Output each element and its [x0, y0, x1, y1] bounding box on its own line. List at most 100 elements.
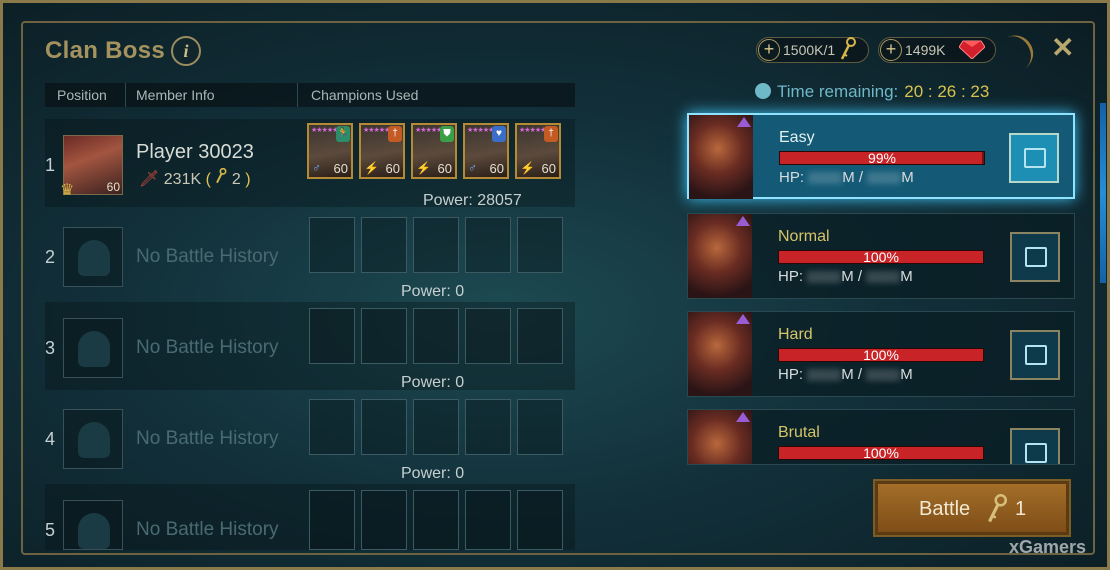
champion-slot-empty [465, 399, 511, 455]
gems-resource-value: 1499K [905, 42, 946, 58]
battle-label: Battle [919, 498, 971, 520]
rank-icon [736, 314, 750, 324]
defense-role-icon: ⛊ [440, 126, 454, 142]
sword-icon: 🗡 [139, 171, 160, 188]
watermark: xGamers [1009, 537, 1087, 557]
row-number: 3 [45, 338, 56, 358]
boss-portrait [689, 115, 753, 199]
boss-portrait [688, 312, 752, 396]
rewards-chest-button[interactable] [1009, 133, 1059, 183]
heart-role-icon: ♥ [492, 126, 506, 142]
hp-unit: M [900, 268, 913, 285]
champion-level: 60 [489, 161, 504, 176]
chest-icon [1025, 443, 1047, 463]
champion-slot-empty [517, 308, 563, 364]
player-damage: 231K [163, 171, 202, 188]
paren-close: ) [245, 171, 251, 188]
champion-slot-empty [361, 217, 407, 273]
hp-bar: 100% [778, 249, 984, 265]
champion-slot[interactable]: ★★★★★★ † ⚡ 60 [515, 123, 561, 179]
hp-current-hidden [807, 271, 842, 284]
time-value: 20 : 26 : 23 [904, 82, 990, 101]
key-icon [215, 167, 227, 188]
keys-resource: + 1500K/1 [756, 36, 869, 64]
champion-slot-empty [465, 490, 511, 550]
helmet-icon [78, 422, 110, 458]
rewards-chest-button[interactable] [1010, 428, 1060, 464]
clock-icon [755, 83, 771, 99]
rank-icon [736, 412, 750, 422]
row-number: 1 [45, 155, 56, 175]
hp-line: HP: M / M [778, 366, 913, 383]
hp-bar: 100% [778, 347, 984, 363]
player-keys: 2 [231, 171, 241, 188]
hp-unit: M [900, 366, 913, 383]
champion-slot-empty [413, 399, 459, 455]
hp-max-hidden [867, 172, 902, 185]
champion-slot-empty [361, 490, 407, 550]
team-power: Power: 0 [401, 374, 465, 391]
champion-slot-empty [309, 399, 355, 455]
hp-bar: 99% [779, 150, 985, 166]
champion-slot-empty [517, 217, 563, 273]
add-gems-button[interactable]: + [880, 39, 902, 61]
champion-level: 60 [541, 161, 556, 176]
champion-level: 60 [333, 161, 348, 176]
table-header: Position Member Info Champions Used [45, 83, 575, 107]
boss-portrait [688, 410, 752, 464]
hp-max-hidden [866, 271, 901, 284]
difficulty-brutal[interactable]: Brutal 100% [687, 409, 1075, 465]
close-icon[interactable]: ✕ [1051, 31, 1074, 64]
champion-slot-empty [517, 399, 563, 455]
difficulty-easy[interactable]: Easy 99% HP: M / M [687, 113, 1075, 199]
info-button[interactable]: i [171, 36, 201, 66]
rewards-chest-button[interactable] [1010, 232, 1060, 282]
helmet-icon [78, 240, 110, 276]
hp-percent: 99% [867, 150, 897, 166]
champion-slot-empty [413, 217, 459, 273]
hp-current-hidden [808, 172, 843, 185]
chest-icon [1025, 247, 1047, 267]
champion-slot[interactable]: ★★★★★★ † ⚡ 60 [359, 123, 405, 179]
member-row-1[interactable]: 1 60 ♛ Player 30023 🗡 231K ( 2 ) ★★★★★★ … [45, 119, 575, 209]
hp-bar: 100% [778, 445, 984, 461]
hp-line: HP: M / M [778, 268, 913, 285]
champion-slot[interactable]: ★★★★★★ ⛊ ⚡ 60 [411, 123, 457, 179]
champion-slot-empty [413, 308, 459, 364]
avatar-placeholder [63, 318, 123, 378]
champion-slot-empty [309, 490, 355, 550]
difficulty-name: Hard [778, 326, 813, 343]
header-champions-used: Champions Used [311, 87, 419, 103]
hp-percent: 100% [863, 347, 899, 363]
hp-current-hidden [807, 369, 842, 382]
team-power: Power: 28057 [423, 192, 522, 209]
avatar[interactable]: 60 ♛ [60, 135, 123, 199]
champion-level: 60 [437, 161, 452, 176]
difficulty-normal[interactable]: Normal 100% HP: M / M [687, 213, 1075, 299]
champion-slot[interactable]: ★★★★★★ ♥ ♂ 60 [463, 123, 509, 179]
affinity-icon: ♂ [468, 161, 477, 175]
helmet-icon [78, 331, 110, 367]
row-number: 5 [45, 520, 56, 540]
speed-role-icon: 🏃 [336, 126, 350, 142]
key-icon [839, 36, 857, 64]
helmet-icon [78, 513, 110, 549]
champion-slot-empty [517, 490, 563, 550]
avatar-placeholder [63, 409, 123, 469]
affinity-icon: ⚡ [416, 161, 431, 175]
champion-slot[interactable]: ★★★★★★ 🏃 ♂ 60 [307, 123, 353, 179]
crown-icon: ♛ [60, 182, 75, 199]
battle-button[interactable]: Battle 1 [873, 479, 1071, 537]
difficulty-hard[interactable]: Hard 100% HP: M / M [687, 311, 1075, 397]
hp-sep: M / [841, 366, 863, 383]
hp-unit: M [901, 169, 914, 186]
difficulty-name: Easy [779, 129, 815, 146]
add-keys-button[interactable]: + [758, 39, 780, 61]
hp-prefix: HP: [778, 366, 804, 383]
avatar-level: 60 [106, 180, 120, 194]
row-number: 2 [45, 247, 56, 267]
rewards-chest-button[interactable] [1010, 330, 1060, 380]
header-member-info: Member Info [136, 87, 215, 103]
header-divider [125, 83, 126, 107]
no-battle-history: No Battle History [136, 428, 279, 449]
